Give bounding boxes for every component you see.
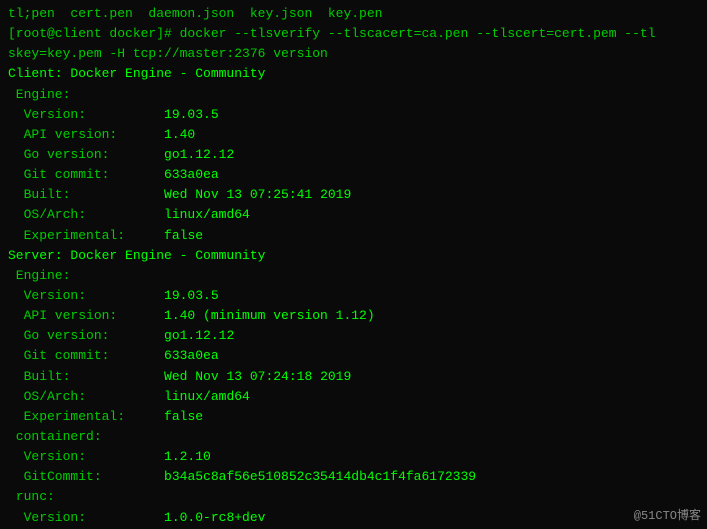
terminal-line: Version: 1.0.0-rc8+dev — [8, 508, 699, 528]
terminal-line: [root@client docker]# docker --tlsverify… — [8, 24, 699, 44]
terminal-line: skey=key.pem -H tcp://master:2376 versio… — [8, 44, 699, 64]
terminal-line: API version: 1.40 (minimum version 1.12) — [8, 306, 699, 326]
terminal-line: Git commit: 633a0ea — [8, 165, 699, 185]
terminal-line: Version: 19.03.5 — [8, 105, 699, 125]
terminal-line: Go version: go1.12.12 — [8, 326, 699, 346]
terminal-line: Server: Docker Engine - Community — [8, 246, 699, 266]
terminal-line: Version: 1.2.10 — [8, 447, 699, 467]
terminal-line: Engine: — [8, 266, 699, 286]
terminal-line: Built: Wed Nov 13 07:24:18 2019 — [8, 367, 699, 387]
terminal-line: Experimental: false — [8, 407, 699, 427]
terminal: tl;pen cert.pen daemon.json key.json key… — [0, 0, 707, 529]
terminal-line: Engine: — [8, 85, 699, 105]
terminal-line: OS/Arch: linux/amd64 — [8, 387, 699, 407]
terminal-line: API version: 1.40 — [8, 125, 699, 145]
terminal-line: GitCommit: b34a5c8af56e510852c35414db4c1… — [8, 467, 699, 487]
terminal-line: Go version: go1.12.12 — [8, 145, 699, 165]
terminal-line: Client: Docker Engine - Community — [8, 64, 699, 84]
terminal-line: Git commit: 633a0ea — [8, 346, 699, 366]
terminal-line: Built: Wed Nov 13 07:25:41 2019 — [8, 185, 699, 205]
terminal-line: OS/Arch: linux/amd64 — [8, 205, 699, 225]
terminal-line: Experimental: false — [8, 226, 699, 246]
terminal-line: runc: — [8, 487, 699, 507]
terminal-line: tl;pen cert.pen daemon.json key.json key… — [8, 4, 699, 24]
terminal-line: Version: 19.03.5 — [8, 286, 699, 306]
terminal-line: containerd: — [8, 427, 699, 447]
watermark: @51CTO博客 — [634, 506, 701, 523]
